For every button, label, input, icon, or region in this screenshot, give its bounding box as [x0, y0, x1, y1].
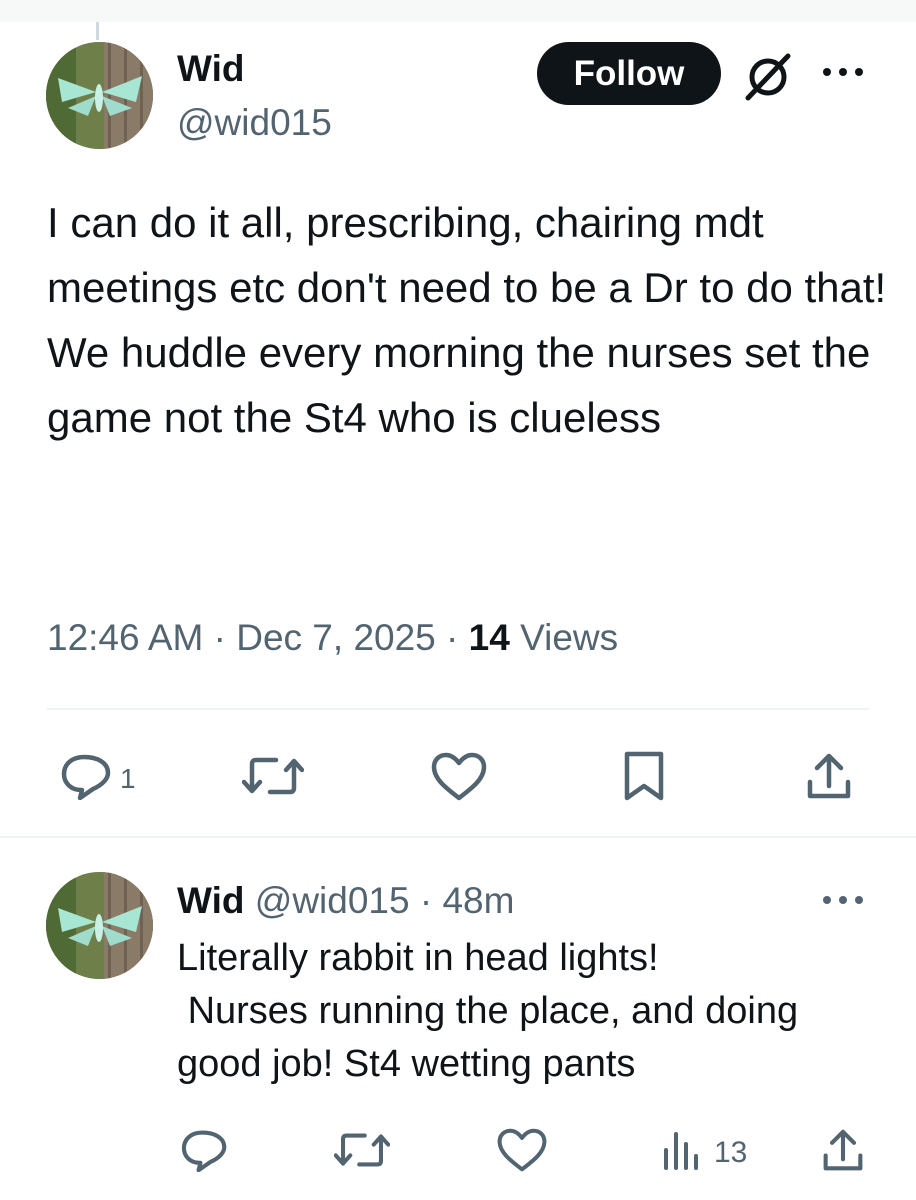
views-count: 14	[468, 617, 510, 658]
reply-author-name[interactable]: Wid	[177, 880, 244, 921]
thread-line	[96, 22, 99, 40]
grok-icon[interactable]	[740, 48, 796, 109]
tweet-date[interactable]: Dec 7, 2025	[236, 617, 436, 658]
retweet-icon[interactable]	[241, 754, 305, 803]
share-icon[interactable]	[806, 752, 852, 807]
moth-avatar-image	[46, 872, 153, 979]
reply-header: Wid @wid015 · 48m	[177, 880, 515, 921]
retweet-icon[interactable]	[333, 1130, 391, 1175]
divider	[47, 708, 869, 710]
avatar[interactable]	[46, 42, 153, 149]
top-strip	[0, 0, 916, 22]
more-horizontal-icon[interactable]	[820, 890, 866, 915]
reply-avatar[interactable]	[46, 872, 153, 979]
reply-author-handle[interactable]: @wid015	[255, 880, 410, 921]
reply-age[interactable]: 48m	[442, 880, 514, 921]
follow-button[interactable]: Follow	[537, 42, 721, 105]
author-handle[interactable]: @wid015	[177, 98, 332, 148]
reply-icon[interactable]	[60, 752, 114, 805]
tweet-time[interactable]: 12:46 AM	[47, 617, 203, 658]
author-name[interactable]: Wid	[177, 44, 244, 94]
heart-icon[interactable]	[496, 1128, 548, 1178]
tweet-separator	[0, 836, 916, 838]
reply-icon[interactable]	[180, 1128, 230, 1177]
reply-text: Literally rabbit in head lights! Nurses …	[177, 937, 799, 1085]
share-icon[interactable]	[822, 1128, 864, 1179]
tweet-meta: 12:46 AM · Dec 7, 2025 · 14 Views	[47, 617, 619, 658]
more-horizontal-icon[interactable]	[820, 62, 866, 87]
reply-count: 1	[120, 763, 136, 794]
reply-views-count: 13	[714, 1136, 748, 1169]
moth-avatar-image	[46, 42, 153, 149]
tweet-text: I can do it all, prescribing, chairing m…	[47, 199, 887, 441]
bookmark-icon[interactable]	[622, 750, 666, 807]
heart-icon[interactable]	[430, 752, 488, 807]
views-bar-chart-icon[interactable]	[660, 1128, 704, 1177]
views-label: Views	[520, 617, 619, 658]
